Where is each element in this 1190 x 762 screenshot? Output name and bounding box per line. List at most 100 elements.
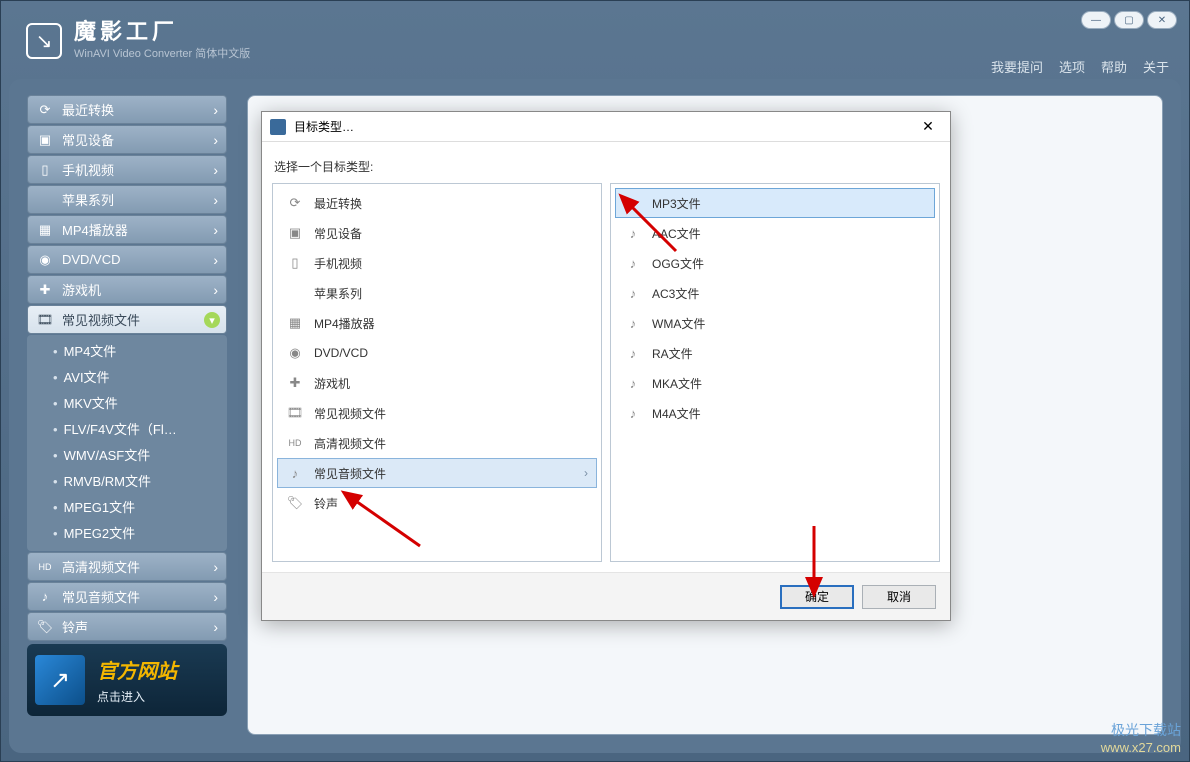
app-title-en: WinAVI Video Converter 简体中文版: [74, 45, 250, 61]
link-help[interactable]: 帮助: [1101, 57, 1127, 76]
official-site-banner[interactable]: ↗ 官方网站 点击进入: [27, 644, 227, 716]
link-options[interactable]: 选项: [1059, 57, 1085, 76]
chevron-right-icon: ›: [213, 619, 218, 635]
cancel-button[interactable]: 取消: [862, 585, 936, 609]
hd-icon: HD: [286, 434, 304, 452]
apple-icon: [286, 284, 304, 302]
sidebar-item-audio[interactable]: ♪常见音频文件›: [27, 582, 227, 611]
dialog-prompt: 选择一个目标类型:: [262, 142, 950, 183]
hd-icon: HD: [36, 558, 54, 576]
sidebar-item-common-video[interactable]: 🎞 常见视频文件 ▾: [27, 305, 227, 334]
cat-recent[interactable]: ⟳最近转换: [277, 188, 597, 218]
ok-button[interactable]: 确定: [780, 585, 854, 609]
player-icon: ▦: [36, 221, 54, 239]
fmt-wma[interactable]: ♪WMA文件: [615, 308, 935, 338]
chevron-right-icon: ›: [213, 102, 218, 118]
music-icon: ♪: [624, 404, 642, 422]
cat-hd[interactable]: HD高清视频文件: [277, 428, 597, 458]
sub-item-flv[interactable]: FLV/F4V文件（Fl…: [27, 417, 227, 443]
music-icon: ♪: [36, 588, 54, 606]
dialog-titlebar: 目标类型… ✕: [262, 112, 950, 142]
chevron-right-icon: ›: [213, 252, 218, 268]
gamepad-icon: ✚: [36, 281, 54, 299]
fmt-m4a[interactable]: ♪M4A文件: [615, 398, 935, 428]
cat-common-video[interactable]: 🎞常见视频文件: [277, 398, 597, 428]
sub-item-wmv[interactable]: WMV/ASF文件: [27, 443, 227, 469]
window-controls: — ▢ ✕: [1081, 11, 1177, 29]
sidebar-item-mobile[interactable]: ▯手机视频›: [27, 155, 227, 184]
fmt-ogg[interactable]: ♪OGG文件: [615, 248, 935, 278]
sub-item-mkv[interactable]: MKV文件: [27, 391, 227, 417]
gamepad-icon: ✚: [286, 374, 304, 392]
dialog-body: ⟳最近转换 ▣常见设备 ▯手机视频 苹果系列 ▦MP4播放器 ◉DVD/VCD …: [262, 183, 950, 572]
sidebar-item-hd[interactable]: HD高清视频文件›: [27, 552, 227, 581]
cat-ringtone[interactable]: 🏷铃声: [277, 488, 597, 518]
chevron-right-icon: ›: [213, 589, 218, 605]
sidebar-item-devices[interactable]: ▣常见设备›: [27, 125, 227, 154]
fmt-mka[interactable]: ♪MKA文件: [615, 368, 935, 398]
music-icon: ♪: [624, 344, 642, 362]
music-icon: ♪: [286, 464, 304, 482]
music-icon: ♪: [624, 194, 642, 212]
dialog-icon: [270, 119, 286, 135]
cat-mp4player[interactable]: ▦MP4播放器: [277, 308, 597, 338]
device-icon: ▣: [286, 224, 304, 242]
cat-console[interactable]: ✚游戏机: [277, 368, 597, 398]
sidebar-item-mp4player[interactable]: ▦MP4播放器›: [27, 215, 227, 244]
chevron-down-icon: ▾: [204, 312, 220, 328]
app-header: ↗ 魔影工厂 WinAVI Video Converter 简体中文版 — ▢ …: [1, 1, 1189, 79]
fmt-ra[interactable]: ♪RA文件: [615, 338, 935, 368]
target-type-dialog: 目标类型… ✕ 选择一个目标类型: ⟳最近转换 ▣常见设备 ▯手机视频 苹果系列…: [261, 111, 951, 621]
cat-mobile[interactable]: ▯手机视频: [277, 248, 597, 278]
disc-icon: ◉: [36, 251, 54, 269]
music-icon: ♪: [624, 254, 642, 272]
sidebar: ⟳最近转换› ▣常见设备› ▯手机视频› 苹果系列› ▦MP4播放器› ◉DVD…: [27, 95, 227, 642]
sidebar-item-console[interactable]: ✚游戏机›: [27, 275, 227, 304]
sidebar-item-apple[interactable]: 苹果系列›: [27, 185, 227, 214]
phone-icon: ▯: [286, 254, 304, 272]
link-ask[interactable]: 我要提问: [991, 57, 1043, 76]
logo-icon: ↗: [26, 23, 62, 59]
chevron-right-icon: ›: [584, 466, 588, 480]
sub-item-mpeg1[interactable]: MPEG1文件: [27, 495, 227, 521]
chevron-right-icon: ›: [213, 192, 218, 208]
chevron-right-icon: ›: [213, 282, 218, 298]
minimize-button[interactable]: —: [1081, 11, 1111, 29]
music-icon: ♪: [624, 314, 642, 332]
tag-icon: 🏷: [36, 618, 54, 636]
sub-item-mpeg2[interactable]: MPEG2文件: [27, 521, 227, 547]
cat-apple[interactable]: 苹果系列: [277, 278, 597, 308]
app-logo: ↗ 魔影工厂 WinAVI Video Converter 简体中文版: [26, 21, 250, 61]
format-list: ♪MP3文件 ♪AAC文件 ♪OGG文件 ♪AC3文件 ♪WMA文件 ♪RA文件…: [610, 183, 940, 562]
link-about[interactable]: 关于: [1143, 57, 1169, 76]
fmt-ac3[interactable]: ♪AC3文件: [615, 278, 935, 308]
fmt-aac[interactable]: ♪AAC文件: [615, 218, 935, 248]
close-button[interactable]: ✕: [1147, 11, 1177, 29]
cat-common-audio[interactable]: ♪常见音频文件›: [277, 458, 597, 488]
category-list: ⟳最近转换 ▣常见设备 ▯手机视频 苹果系列 ▦MP4播放器 ◉DVD/VCD …: [272, 183, 602, 562]
dialog-close-button[interactable]: ✕: [914, 116, 942, 138]
cat-dvd[interactable]: ◉DVD/VCD: [277, 338, 597, 368]
cat-devices[interactable]: ▣常见设备: [277, 218, 597, 248]
disc-icon: ◉: [286, 344, 304, 362]
maximize-button[interactable]: ▢: [1114, 11, 1144, 29]
chevron-right-icon: ›: [213, 559, 218, 575]
sidebar-item-ringtone[interactable]: 🏷铃声›: [27, 612, 227, 641]
sub-item-avi[interactable]: AVI文件: [27, 365, 227, 391]
music-icon: ♪: [624, 224, 642, 242]
apple-icon: [36, 191, 54, 209]
banner-title: 官方网站: [97, 655, 177, 684]
chevron-right-icon: ›: [213, 132, 218, 148]
player-icon: ▦: [286, 314, 304, 332]
sidebar-item-recent[interactable]: ⟳最近转换›: [27, 95, 227, 124]
phone-icon: ▯: [36, 161, 54, 179]
sub-item-rmvb[interactable]: RMVB/RM文件: [27, 469, 227, 495]
dialog-title: 目标类型…: [294, 118, 354, 135]
fmt-mp3[interactable]: ♪MP3文件: [615, 188, 935, 218]
device-icon: ▣: [36, 131, 54, 149]
banner-subtitle: 点击进入: [97, 688, 177, 705]
sub-item-mp4[interactable]: MP4文件: [27, 339, 227, 365]
app-title-cn: 魔影工厂: [74, 21, 250, 43]
sidebar-item-dvd[interactable]: ◉DVD/VCD›: [27, 245, 227, 274]
header-links: 我要提问 选项 帮助 关于: [991, 57, 1169, 76]
